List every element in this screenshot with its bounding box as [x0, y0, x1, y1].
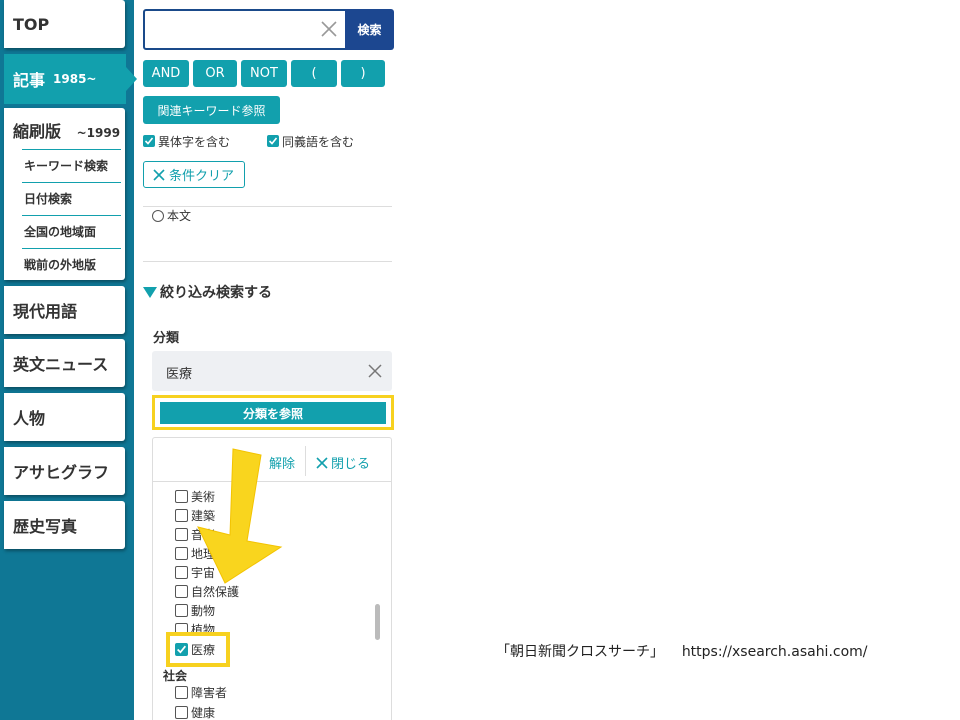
nav-jinbutsu-label: 人物 [13, 409, 46, 428]
option-uchu[interactable]: 宇宙 [175, 564, 215, 581]
option-label: 音楽 [191, 528, 216, 542]
source-caption: 「朝日新聞クロスサーチ」 https://xsearch.asahi.com/ [496, 641, 868, 661]
nav-kiji-label: 記事 [13, 71, 46, 90]
clear-icon[interactable] [319, 19, 339, 39]
side-navigation: TOP 記事 1985~ 縮刷版 ~1999 キーワード検索 日付検索 全国の地… [0, 0, 137, 720]
variant-chars-label: 異体字を含む [158, 134, 231, 149]
nav-sub-regional[interactable]: 全国の地域面 [22, 215, 121, 247]
close-icon[interactable] [366, 362, 384, 380]
close-icon [153, 168, 165, 181]
nav-eibun-label: 英文ニュース [13, 355, 109, 374]
option-shogaisha[interactable]: 障害者 [175, 684, 227, 701]
checkbox-icon [175, 706, 188, 719]
nav-sub-keyword[interactable]: キーワード検索 [22, 149, 121, 181]
nav-sub-date[interactable]: 日付検索 [22, 182, 121, 214]
search-box: 検索 [143, 9, 394, 50]
nav-shukusatsu-range: ~1999 [76, 126, 121, 140]
nav-jinbutsu[interactable]: 人物 [4, 393, 125, 441]
or-button[interactable]: OR [193, 60, 237, 87]
divider [305, 446, 306, 476]
option-label: 健康 [191, 706, 216, 720]
refine-search-toggle[interactable]: 絞り込み検索する [143, 282, 272, 302]
option-label: 自然保護 [191, 585, 240, 599]
dropdown-header: 解除 閉じる [153, 438, 391, 482]
clear-conditions-label: 条件クリア [169, 169, 235, 184]
checkbox-icon [175, 686, 188, 699]
source-name: 「朝日新聞クロスサーチ」 [496, 644, 664, 660]
category-dropdown: 解除 閉じる 美術 建築 音楽 地理 宇宙 自然保護 動物 植物 医療 社会 障… [152, 437, 392, 720]
checkbox-icon [175, 604, 188, 617]
search-button[interactable]: 検索 [345, 9, 394, 50]
option-shizenhogo[interactable]: 自然保護 [175, 583, 239, 600]
option-kenchiku[interactable]: 建築 [175, 507, 215, 524]
checkbox-icon [175, 566, 188, 579]
nav-shukusatsu-label: 縮刷版 [13, 122, 62, 141]
option-label: 地理 [191, 547, 216, 561]
nav-asahigraph[interactable]: アサヒグラフ [4, 447, 125, 495]
release-button[interactable]: 解除 [269, 453, 295, 472]
nav-top-label: TOP [13, 14, 50, 34]
nav-sub-prewar[interactable]: 戦前の外地版 [22, 248, 121, 280]
search-input[interactable] [151, 17, 311, 43]
option-chiri[interactable]: 地理 [175, 545, 215, 562]
clear-conditions-button[interactable]: 条件クリア [143, 161, 245, 188]
option-dobutsu[interactable]: 動物 [175, 602, 215, 619]
nav-rekishi[interactable]: 歴史写真 [4, 501, 125, 549]
option-ongaku[interactable]: 音楽 [175, 526, 215, 543]
checkbox-checked-icon [267, 135, 279, 147]
nav-kiji[interactable]: 記事 1985~ [4, 54, 137, 104]
nav-eibun[interactable]: 英文ニュース [4, 339, 125, 387]
checkbox-icon [175, 585, 188, 598]
nav-gendai-label: 現代用語 [13, 302, 78, 321]
synonyms-checkbox[interactable]: 同義語を含む [267, 133, 354, 149]
option-label: 建築 [191, 509, 216, 523]
nav-rekishi-label: 歴史写真 [13, 517, 78, 536]
related-keywords-button[interactable]: 関連キーワード参照 [143, 96, 280, 124]
option-label: 宇宙 [191, 566, 216, 580]
and-button[interactable]: AND [143, 60, 189, 87]
source-url: https://xsearch.asahi.com/ [681, 644, 868, 660]
group-label-society: 社会 [163, 669, 188, 683]
checkbox-icon [175, 490, 188, 503]
category-value: 医療 [166, 367, 193, 382]
checkbox-checked-icon [143, 135, 155, 147]
triangle-down-icon [143, 286, 157, 298]
close-dropdown-button[interactable]: 閉じる [315, 453, 370, 472]
checkbox-icon [175, 509, 188, 522]
selected-option-highlight [166, 632, 230, 667]
nav-top[interactable]: TOP [4, 0, 125, 48]
option-kenko[interactable]: 健康 [175, 704, 215, 720]
option-label: 美術 [191, 490, 216, 504]
category-reference-highlight: 分類を参照 [152, 395, 394, 430]
nav-gendai[interactable]: 現代用語 [4, 286, 125, 334]
dropdown-scrollbar[interactable] [375, 604, 380, 640]
body-text-label: 本文 [167, 209, 192, 223]
not-button[interactable]: NOT [241, 60, 287, 87]
option-label: 障害者 [191, 686, 228, 700]
option-bijutsu[interactable]: 美術 [175, 488, 215, 505]
close-dropdown-label: 閉じる [331, 457, 371, 472]
option-label: 動物 [191, 604, 216, 618]
category-field[interactable]: 医療 [152, 351, 392, 391]
close-icon [316, 456, 328, 469]
open-paren-button[interactable]: ( [291, 60, 337, 87]
variant-chars-checkbox[interactable]: 異体字を含む [143, 133, 230, 149]
body-text-radio[interactable]: 本文 [152, 207, 191, 224]
refine-search-label: 絞り込み検索する [160, 285, 272, 301]
category-reference-button[interactable]: 分類を参照 [160, 402, 386, 424]
category-label: 分類 [153, 331, 180, 346]
nav-asahigraph-label: アサヒグラフ [13, 463, 110, 482]
divider [143, 261, 392, 262]
close-paren-button[interactable]: ) [341, 60, 385, 87]
checkbox-icon [175, 528, 188, 541]
radio-icon [152, 209, 164, 222]
nav-shukusatsu[interactable]: 縮刷版 ~1999 [13, 118, 120, 142]
nav-kiji-range: 1985~ [53, 72, 97, 86]
checkbox-icon [175, 547, 188, 560]
synonyms-label: 同義語を含む [282, 134, 355, 149]
